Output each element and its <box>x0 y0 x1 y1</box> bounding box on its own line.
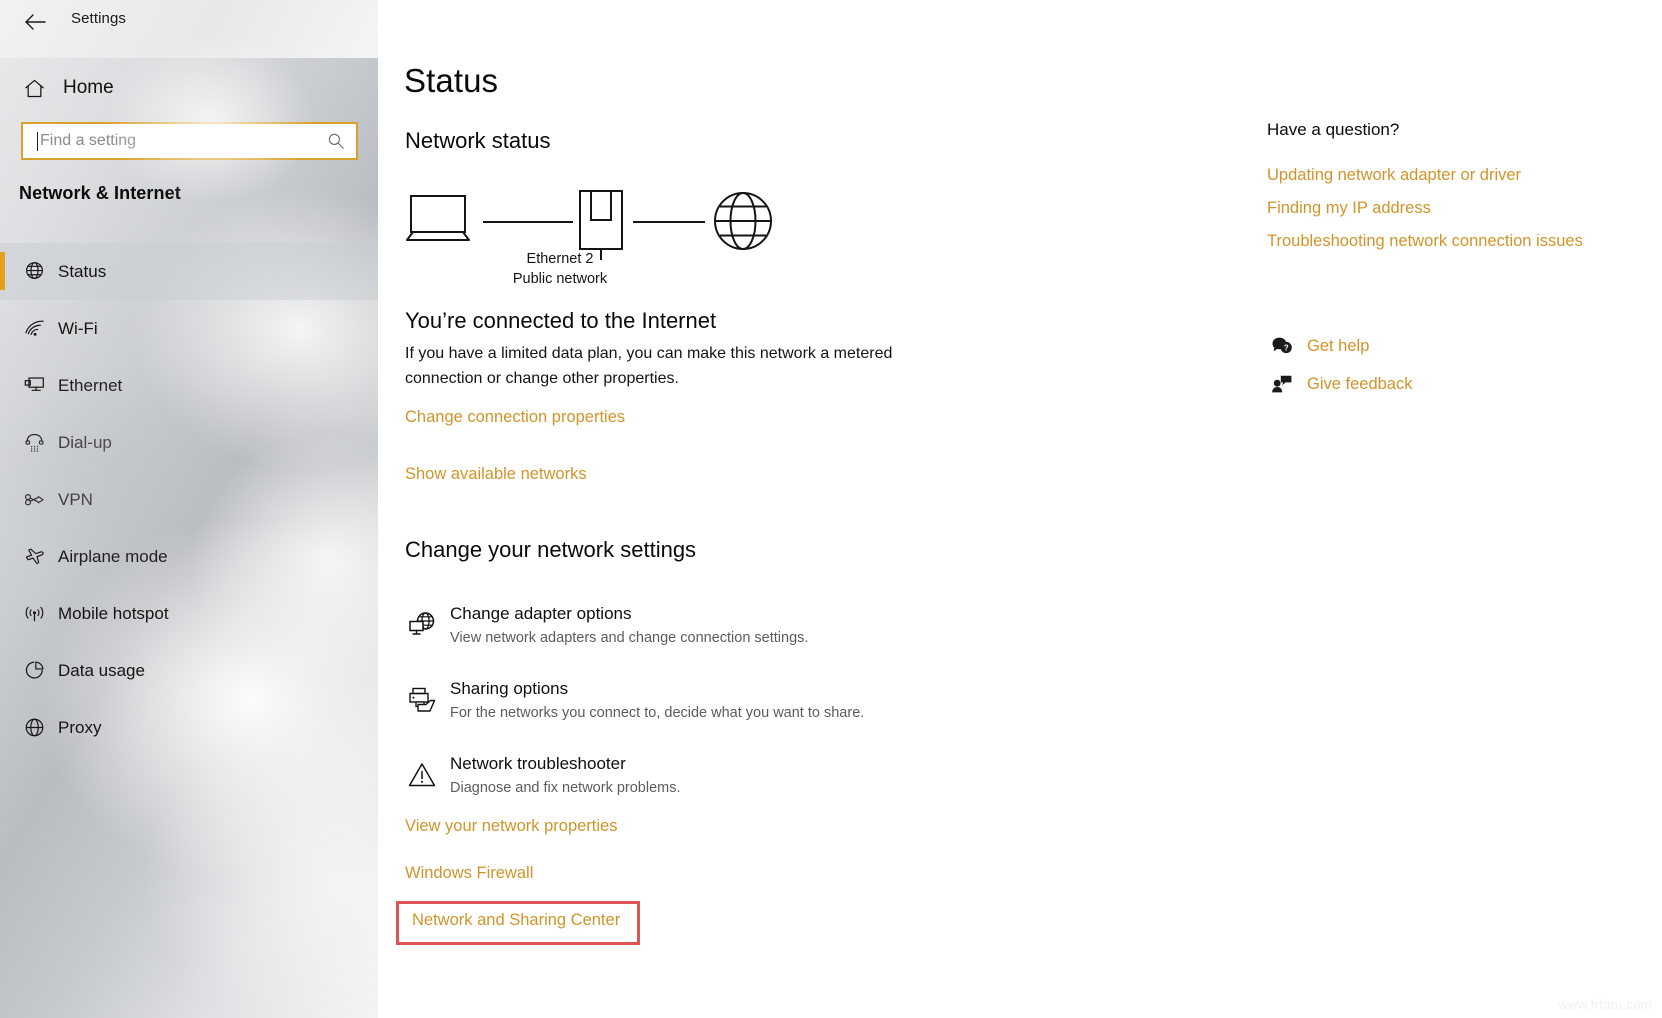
give-feedback-action[interactable]: Give feedback <box>1267 369 1412 399</box>
sidebar-item-dial-up-label: Dial-up <box>58 432 112 452</box>
feedback-person-icon <box>1267 374 1297 394</box>
network-diagram-labels: Ethernet 2 Public network <box>405 249 715 289</box>
help-panel-title: Have a question? <box>1267 120 1400 139</box>
ethernet-icon <box>11 374 57 397</box>
sidebar-item-wifi-label: Wi-Fi <box>58 318 98 338</box>
sidebar-item-ethernet-label: Ethernet <box>58 375 123 395</box>
change-settings-heading: Change your network settings <box>405 537 697 562</box>
search-input[interactable] <box>38 124 316 158</box>
sidebar-item-home[interactable]: Home <box>0 68 378 108</box>
give-feedback-label: Give feedback <box>1307 374 1413 393</box>
network-status-heading: Network status <box>405 128 551 153</box>
sidebar-item-status-label: Status <box>58 261 107 281</box>
network-type: Public network <box>512 271 608 287</box>
sharing-printer-folder-icon <box>405 683 439 717</box>
help-link-troubleshooting[interactable]: Troubleshooting network connection issue… <box>1267 229 1597 253</box>
help-link-updating-adapter[interactable]: Updating network adapter or driver <box>1267 163 1597 187</box>
warning-triangle-icon <box>405 758 439 792</box>
globe-icon <box>11 716 57 739</box>
sidebar-item-wifi[interactable]: Wi-Fi <box>0 300 378 357</box>
hotspot-icon <box>11 602 57 625</box>
selection-indicator <box>0 252 5 290</box>
settings-sidebar: Settings Home Network & Internet <box>0 0 378 1018</box>
sidebar-item-proxy-label: Proxy <box>58 717 102 737</box>
sidebar-item-status[interactable]: Status <box>0 243 378 300</box>
change-connection-properties-link[interactable]: Change connection properties <box>405 408 625 427</box>
sidebar-item-data-usage[interactable]: Data usage <box>0 642 378 699</box>
get-help-label: Get help <box>1307 336 1370 355</box>
sidebar-titlebar-area <box>0 0 378 58</box>
adapter-name: Ethernet 2 <box>526 251 594 267</box>
page-title: Status <box>404 62 499 99</box>
windows-firewall-link[interactable]: Windows Firewall <box>405 864 533 883</box>
sidebar-item-vpn[interactable]: VPN <box>0 471 378 528</box>
home-icon <box>9 77 59 100</box>
sidebar-item-vpn-label: VPN <box>58 489 93 509</box>
globe-icon <box>11 260 57 283</box>
wifi-icon <box>11 317 57 340</box>
dialup-phone-icon <box>11 431 57 454</box>
airplane-icon <box>11 545 57 568</box>
sidebar-item-mobile-hotspot-label: Mobile hotspot <box>58 603 169 623</box>
network-and-sharing-center-link[interactable]: Network and Sharing Center <box>412 911 620 930</box>
sidebar-item-proxy[interactable]: Proxy <box>0 699 378 756</box>
change-adapter-options-row[interactable]: Change adapter options View network adap… <box>405 604 1045 660</box>
search-icon[interactable] <box>316 124 356 158</box>
connection-status-description: If you have a limited data plan, you can… <box>405 345 893 387</box>
sidebar-item-ethernet[interactable]: Ethernet <box>0 357 378 414</box>
option-description: View network adapters and change connect… <box>450 630 809 646</box>
sidebar-item-airplane-mode[interactable]: Airplane mode <box>0 528 378 585</box>
sharing-options-row[interactable]: Sharing options For the networks you con… <box>405 679 1045 735</box>
pie-chart-icon <box>11 659 57 682</box>
show-available-networks-link[interactable]: Show available networks <box>405 465 587 484</box>
option-title: Change adapter options <box>450 604 632 623</box>
network-troubleshooter-row[interactable]: Network troubleshooter Diagnose and fix … <box>405 754 1045 810</box>
window-title: Settings <box>71 10 126 27</box>
back-arrow-icon[interactable] <box>18 5 52 39</box>
sidebar-category-title: Network & Internet <box>19 183 181 203</box>
sidebar-item-airplane-mode-label: Airplane mode <box>58 546 168 566</box>
vpn-icon <box>11 488 57 511</box>
sidebar-item-dial-up[interactable]: Dial-up <box>0 414 378 471</box>
help-link-finding-ip[interactable]: Finding my IP address <box>1267 196 1597 220</box>
sidebar-item-mobile-hotspot[interactable]: Mobile hotspot <box>0 585 378 642</box>
option-description: Diagnose and fix network problems. <box>450 780 681 796</box>
help-panel: Have a question? Updating network adapte… <box>1265 0 1662 1018</box>
view-network-properties-link[interactable]: View your network properties <box>405 817 617 836</box>
laptop-icon <box>406 195 470 241</box>
option-title: Sharing options <box>450 679 569 698</box>
connection-status-heading: You’re connected to the Internet <box>405 308 717 333</box>
search-box[interactable] <box>21 122 358 160</box>
option-description: For the networks you connect to, decide … <box>450 705 865 721</box>
sidebar-item-home-label: Home <box>63 77 114 98</box>
get-help-action[interactable]: ? Get help <box>1267 331 1369 361</box>
sidebar-nav-list: Status Wi-Fi Ethernet Dial-up VPN Airpla… <box>0 243 378 756</box>
svg-text:?: ? <box>1284 344 1289 353</box>
globe-icon <box>714 192 772 250</box>
help-chat-icon: ? <box>1267 336 1297 356</box>
watermark: www.frfam.com <box>1557 997 1652 1012</box>
option-title: Network troubleshooter <box>450 754 626 773</box>
network-adapter-icon <box>405 608 439 642</box>
sidebar-item-data-usage-label: Data usage <box>58 660 145 680</box>
